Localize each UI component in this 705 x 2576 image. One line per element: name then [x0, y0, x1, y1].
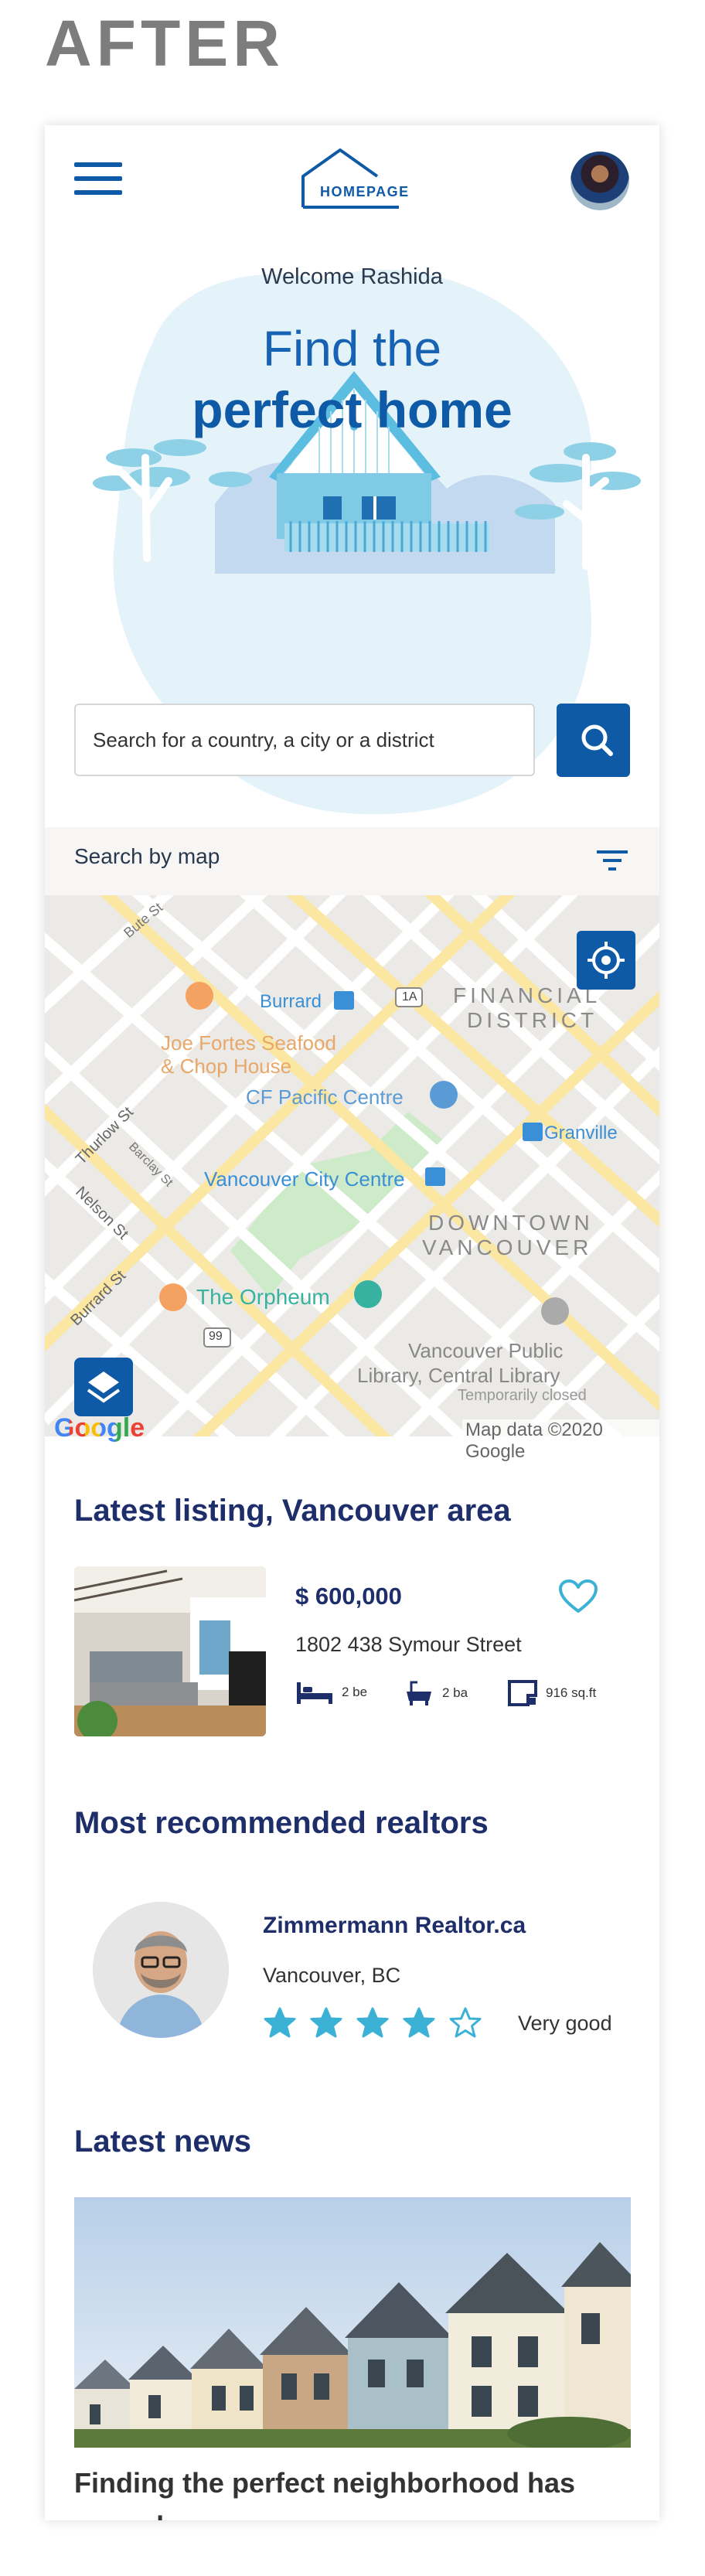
welcome-message: Welcome Rashida	[261, 264, 443, 289]
news-image[interactable]	[74, 2197, 631, 2448]
layers-button[interactable]	[74, 1358, 133, 1416]
map-label-burrard-station: Burrard	[260, 991, 322, 1012]
realtor-city: Vancouver, BC	[263, 1964, 401, 1987]
map-label-vpl-3: Temporarily closed	[458, 1387, 587, 1404]
listing-section-title: Latest listing, Vancouver area	[74, 1494, 511, 1528]
realtors-section-title: Most recommended realtors	[74, 1806, 489, 1840]
hero-title-line1: Find the	[262, 321, 442, 377]
realtor-photo-image	[93, 1902, 229, 2038]
search-input[interactable]	[74, 704, 535, 776]
area-icon	[508, 1680, 537, 1706]
star-filled-icon	[403, 2007, 435, 2038]
search-by-map-label[interactable]: Search by map	[74, 844, 220, 869]
map-label-vancouver: VANCOUVER	[422, 1235, 593, 1259]
locate-button[interactable]	[577, 931, 635, 990]
star-empty-icon	[449, 2007, 482, 2038]
star-filled-icon	[356, 2007, 389, 2038]
map-label-vpl-2: Library, Central Library	[357, 1364, 560, 1387]
listing-address: 1802 438 Symour Street	[295, 1633, 522, 1656]
map-label-vpl-1: Vancouver Public	[408, 1339, 564, 1362]
hamburger-menu-icon[interactable]	[74, 162, 122, 196]
locate-icon	[588, 942, 625, 979]
google-logo: Google	[54, 1413, 145, 1443]
listing-price: $ 600,000	[295, 1583, 402, 1610]
logo-text: HOMEPAGE	[320, 184, 410, 199]
search-icon	[581, 724, 613, 756]
house-logo-icon[interactable]	[295, 147, 411, 216]
listing-baths: 2 ba	[404, 1679, 468, 1707]
map-label-joe-fortes-1: Joe Fortes Seafood	[161, 1031, 336, 1055]
map-label-district: DISTRICT	[467, 1008, 598, 1032]
star-filled-icon	[310, 2007, 342, 2038]
listing-baths-label: 2 ba	[442, 1685, 468, 1700]
map-label-vancouver-city-centre: Vancouver City Centre	[204, 1167, 405, 1191]
map-attribution[interactable]: Map data ©2020 Google	[462, 1419, 659, 1463]
heart-icon[interactable]	[558, 1579, 598, 1614]
map-view[interactable]: Bute St Burrard 1A FINANCIAL DISTRICT Jo…	[45, 895, 659, 1436]
news-article-title[interactable]: Finding the perfect neighborhood has nev…	[74, 2462, 584, 2520]
realtor-name[interactable]: Zimmermann Realtor.ca	[263, 1913, 526, 1939]
listing-beds-label: 2 be	[342, 1685, 368, 1699]
bath-icon	[407, 1681, 431, 1705]
listing-photo-image	[74, 1566, 266, 1736]
listing-beds: 2 be	[295, 1679, 367, 1705]
map-label-hwy-1a: 1A	[402, 990, 417, 1003]
map-label-downtown: DOWNTOWN	[428, 1211, 594, 1235]
listing-area-label: 916 sq.ft	[546, 1685, 597, 1700]
star-filled-icon	[264, 2007, 296, 2038]
map-label-joe-fortes-2: & Chop House	[161, 1055, 292, 1078]
page-heading: AFTER	[45, 7, 284, 80]
search-button[interactable]	[557, 704, 630, 777]
bed-icon	[297, 1682, 332, 1704]
google-logo-text: Google	[54, 1413, 145, 1443]
map-label-orpheum: The Orpheum	[196, 1285, 330, 1309]
layers-icon	[87, 1371, 121, 1403]
realtor-rating	[263, 2007, 482, 2039]
listing-area: 916 sq.ft	[507, 1679, 596, 1707]
news-section-title: Latest news	[74, 2125, 251, 2159]
app-screen: HOMEPAGE Welcome Rashida Find the perfec…	[45, 125, 659, 2520]
listing-photo[interactable]	[74, 1566, 266, 1736]
map-streets	[45, 895, 659, 1436]
map-label-cf-pacific: CF Pacific Centre	[246, 1085, 404, 1109]
map-label-hwy-99: 99	[209, 1330, 223, 1343]
user-avatar[interactable]	[570, 152, 629, 210]
hero-title-line2: perfect home	[192, 381, 513, 438]
filter-icon[interactable]	[595, 847, 629, 874]
realtor-rating-text: Very good	[518, 2012, 612, 2035]
news-image-houses	[74, 2197, 631, 2448]
realtor-photo[interactable]	[93, 1902, 229, 2038]
map-label-granville: Granville	[544, 1123, 618, 1143]
